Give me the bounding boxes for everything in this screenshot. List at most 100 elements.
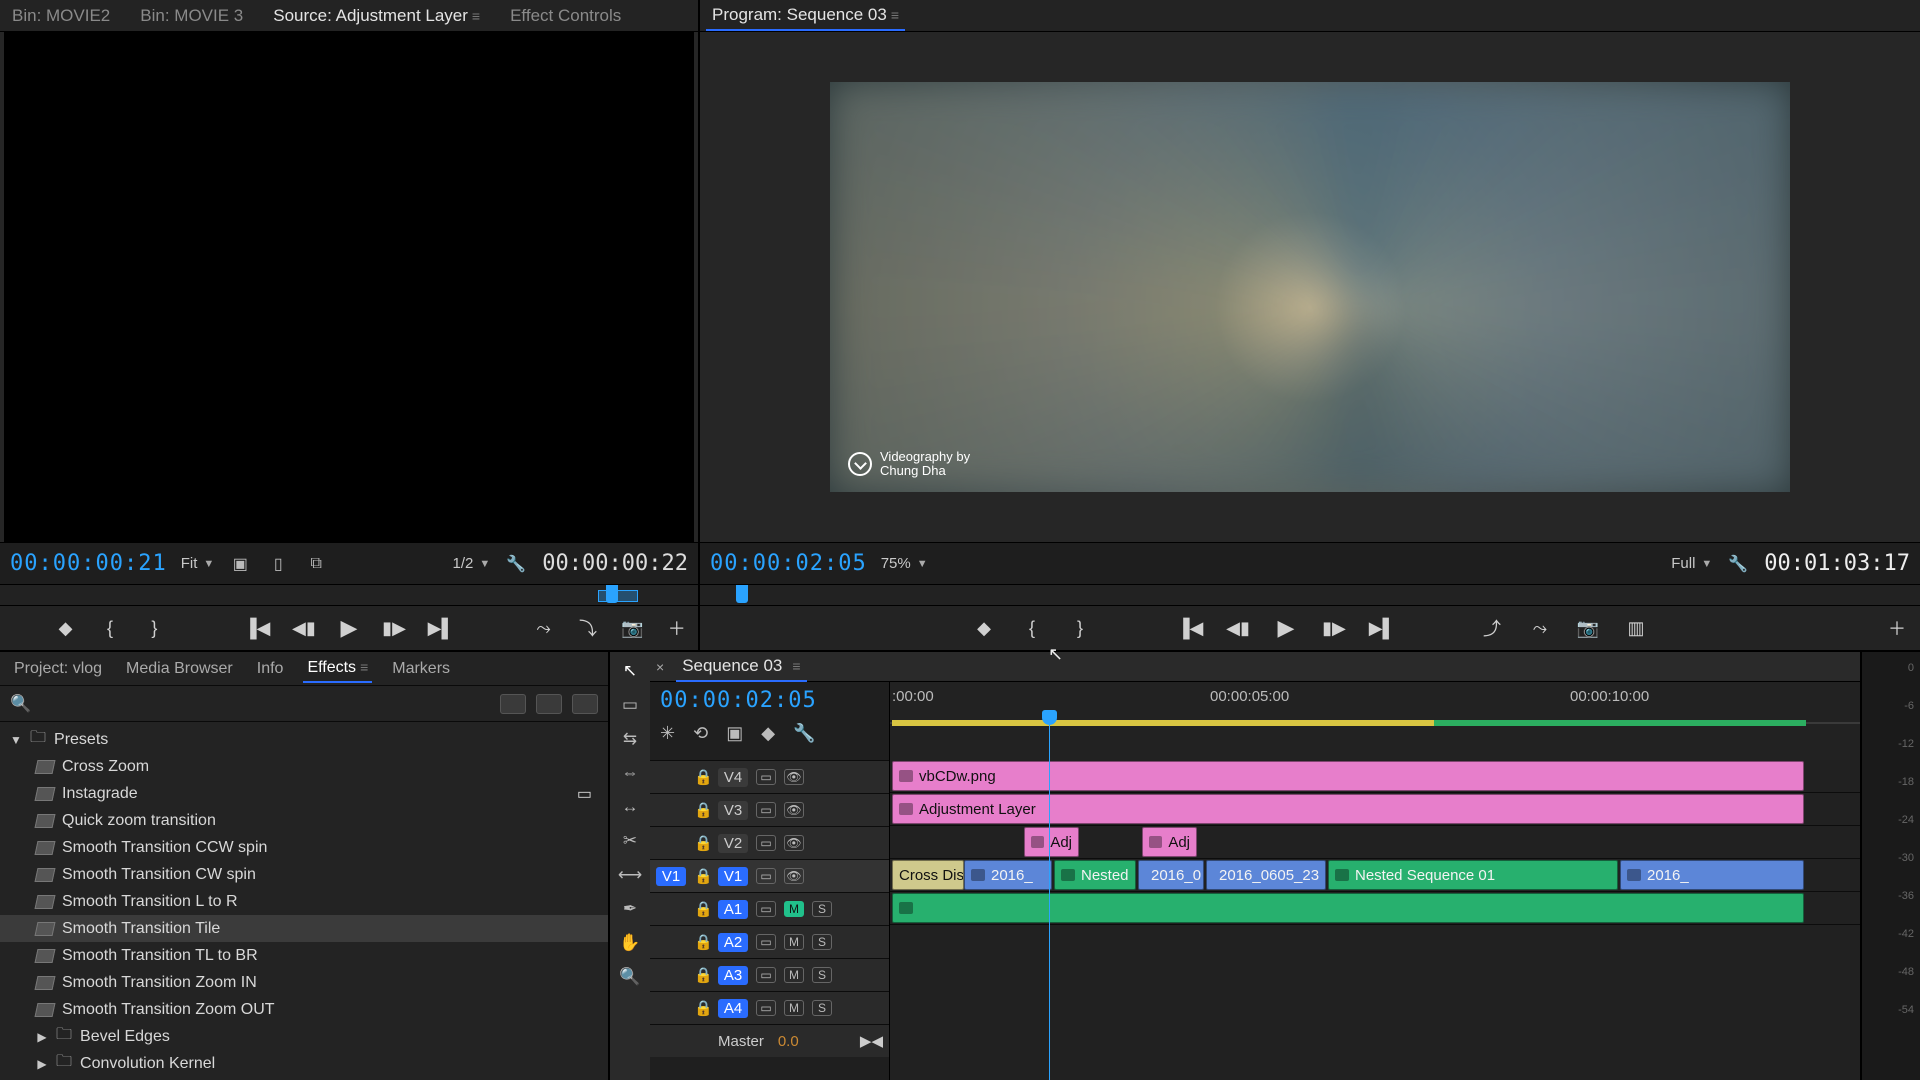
- settings-icon[interactable]: 🔧: [1726, 553, 1750, 575]
- mute-button[interactable]: M: [784, 901, 804, 917]
- source-patch[interactable]: V1: [656, 867, 686, 886]
- toggle-output-icon[interactable]: ▭: [756, 769, 776, 785]
- play-button[interactable]: ▶: [338, 615, 360, 641]
- track-header-a3[interactable]: 🔒A3▭MS: [650, 958, 889, 991]
- filter-accelerated-icon[interactable]: [500, 694, 526, 714]
- tab-project[interactable]: Project: vlog: [10, 656, 106, 682]
- settings-icon[interactable]: 🔧: [793, 723, 815, 744]
- preset-item[interactable]: Smooth Transition Tile: [0, 915, 608, 942]
- step-back-button[interactable]: ◀▮: [1225, 615, 1251, 641]
- pen-tool[interactable]: ✒: [617, 896, 643, 922]
- go-out-button[interactable]: ▶▌: [428, 615, 454, 641]
- play-button[interactable]: ▶: [1273, 615, 1299, 641]
- lock-icon[interactable]: 🔒: [694, 867, 710, 885]
- snap-button[interactable]: ✳: [660, 723, 675, 744]
- lock-icon[interactable]: 🔒: [694, 966, 710, 984]
- selection-tool[interactable]: ↖: [617, 658, 643, 684]
- mute-button[interactable]: M: [784, 967, 804, 983]
- add-marker-button[interactable]: ▣: [726, 723, 743, 744]
- mark-out-button[interactable]: }: [1067, 615, 1093, 641]
- safe-margins-icon[interactable]: ▣: [228, 553, 252, 575]
- overwrite-button[interactable]: ⤵: [577, 615, 599, 641]
- mute-button[interactable]: M: [784, 1000, 804, 1016]
- clip[interactable]: Adj: [1024, 827, 1079, 857]
- clip[interactable]: [892, 893, 1804, 923]
- lock-icon[interactable]: 🔒: [694, 768, 710, 786]
- tab-media-browser[interactable]: Media Browser: [122, 656, 237, 682]
- tab-markers[interactable]: Markers: [388, 656, 454, 682]
- lock-icon[interactable]: 🔒: [694, 933, 710, 951]
- hand-tool[interactable]: ✋: [617, 930, 643, 956]
- solo-button[interactable]: S: [812, 934, 832, 950]
- toggle-sync-icon[interactable]: 👁: [784, 835, 804, 851]
- export-frame-button[interactable]: 📷: [1575, 615, 1601, 641]
- clip[interactable]: 2016_: [1620, 860, 1804, 890]
- toggle-output-icon[interactable]: ▭: [756, 967, 776, 983]
- track-header-master[interactable]: Master0.0▶◀: [650, 1024, 889, 1057]
- source-timecode[interactable]: 00:00:00:21: [10, 551, 167, 576]
- toggle-sync-icon[interactable]: 👁: [784, 868, 804, 884]
- preset-item[interactable]: Smooth Transition CW spin: [0, 861, 608, 888]
- preset-item[interactable]: Quick zoom transition: [0, 807, 608, 834]
- tab-effect-controls[interactable]: Effect Controls: [504, 2, 627, 30]
- insert-button[interactable]: ⤳: [532, 615, 554, 641]
- extract-button[interactable]: ⤳: [1527, 615, 1553, 641]
- panel-menu-icon[interactable]: ≡: [891, 7, 899, 23]
- disclosure-icon[interactable]: ▶: [36, 1030, 48, 1044]
- preset-item[interactable]: Smooth Transition Zoom IN: [0, 969, 608, 996]
- program-ruler[interactable]: [700, 584, 1920, 606]
- preset-item[interactable]: Cross Zoom: [0, 753, 608, 780]
- add-marker-button[interactable]: ◆: [54, 615, 76, 641]
- tab-bin-movie2[interactable]: Bin: MOVIE2: [6, 2, 116, 30]
- folder-convolution-kernel[interactable]: ▶🗀Convolution Kernel: [0, 1050, 608, 1077]
- export-frame-button[interactable]: 📷: [621, 615, 643, 641]
- clip[interactable]: Cross Dis: [892, 860, 964, 890]
- preset-item[interactable]: Smooth Transition Zoom OUT: [0, 996, 608, 1023]
- filter-32bit-icon[interactable]: [536, 694, 562, 714]
- toggle-output-icon[interactable]: ▭: [756, 835, 776, 851]
- mark-out-button[interactable]: }: [143, 615, 165, 641]
- timeline-clips[interactable]: vbCDw.pngAdjustment LayerAdjAdjCross Dis…: [890, 760, 1860, 1080]
- rate-stretch-tool[interactable]: ↔: [617, 794, 643, 820]
- solo-button[interactable]: S: [812, 1000, 832, 1016]
- lock-icon[interactable]: 🔒: [694, 801, 710, 819]
- go-in-button[interactable]: ▐◀: [244, 615, 270, 641]
- track-name[interactable]: A1: [718, 900, 748, 919]
- go-out-button[interactable]: ▶▌: [1369, 615, 1395, 641]
- track-header-a2[interactable]: 🔒A2▭MS: [650, 925, 889, 958]
- track-header-a1[interactable]: 🔒A1▭MS: [650, 892, 889, 925]
- rolling-edit-tool[interactable]: ⇔: [617, 760, 643, 786]
- preset-item[interactable]: Instagrade▭: [0, 780, 608, 807]
- lock-icon[interactable]: 🔒: [694, 999, 710, 1017]
- source-monitor[interactable]: [0, 32, 698, 542]
- tab-program[interactable]: Program: Sequence 03≡: [706, 1, 905, 31]
- out-btn-icon[interactable]: ▯: [266, 553, 290, 575]
- preset-item[interactable]: Smooth Transition TL to BR: [0, 942, 608, 969]
- clip[interactable]: 2016_0: [1138, 860, 1204, 890]
- preset-item[interactable]: Smooth Transition CCW spin: [0, 834, 608, 861]
- tab-bin-movie3[interactable]: Bin: MOVIE 3: [134, 2, 249, 30]
- timeline-timecode[interactable]: 00:00:02:05: [660, 688, 879, 713]
- clip[interactable]: Nested Sequence 01: [1328, 860, 1618, 890]
- track-name[interactable]: V4: [718, 768, 748, 787]
- track-name[interactable]: A3: [718, 966, 748, 985]
- clip[interactable]: 2016_: [964, 860, 1052, 890]
- filter-yuv-icon[interactable]: [572, 694, 598, 714]
- toggle-output-icon[interactable]: ▭: [756, 1000, 776, 1016]
- solo-button[interactable]: S: [812, 901, 832, 917]
- zoom-tool[interactable]: 🔍: [617, 964, 643, 990]
- toggle-output-icon[interactable]: ▭: [756, 802, 776, 818]
- toggle-output-icon[interactable]: ▭: [756, 934, 776, 950]
- ripple-edit-tool[interactable]: ⇆: [617, 726, 643, 752]
- expand-icon[interactable]: ▶◀: [860, 1032, 883, 1050]
- toggle-output-icon[interactable]: ▭: [756, 868, 776, 884]
- step-back-button[interactable]: ◀▮: [292, 615, 316, 641]
- timeline-ruler[interactable]: ↖ :00:0000:00:05:0000:00:10:00: [890, 682, 1860, 760]
- program-quality-select[interactable]: Full▼: [1671, 555, 1712, 572]
- track-name[interactable]: V1: [718, 867, 748, 886]
- effects-tree[interactable]: ▼🗀PresetsCross ZoomInstagrade▭Quick zoom…: [0, 722, 608, 1080]
- clip[interactable]: 2016_0605_23: [1206, 860, 1326, 890]
- drag-video-icon[interactable]: ⧉: [304, 553, 328, 575]
- program-monitor[interactable]: Videography byChung Dha: [700, 32, 1920, 542]
- tab-info[interactable]: Info: [253, 656, 288, 682]
